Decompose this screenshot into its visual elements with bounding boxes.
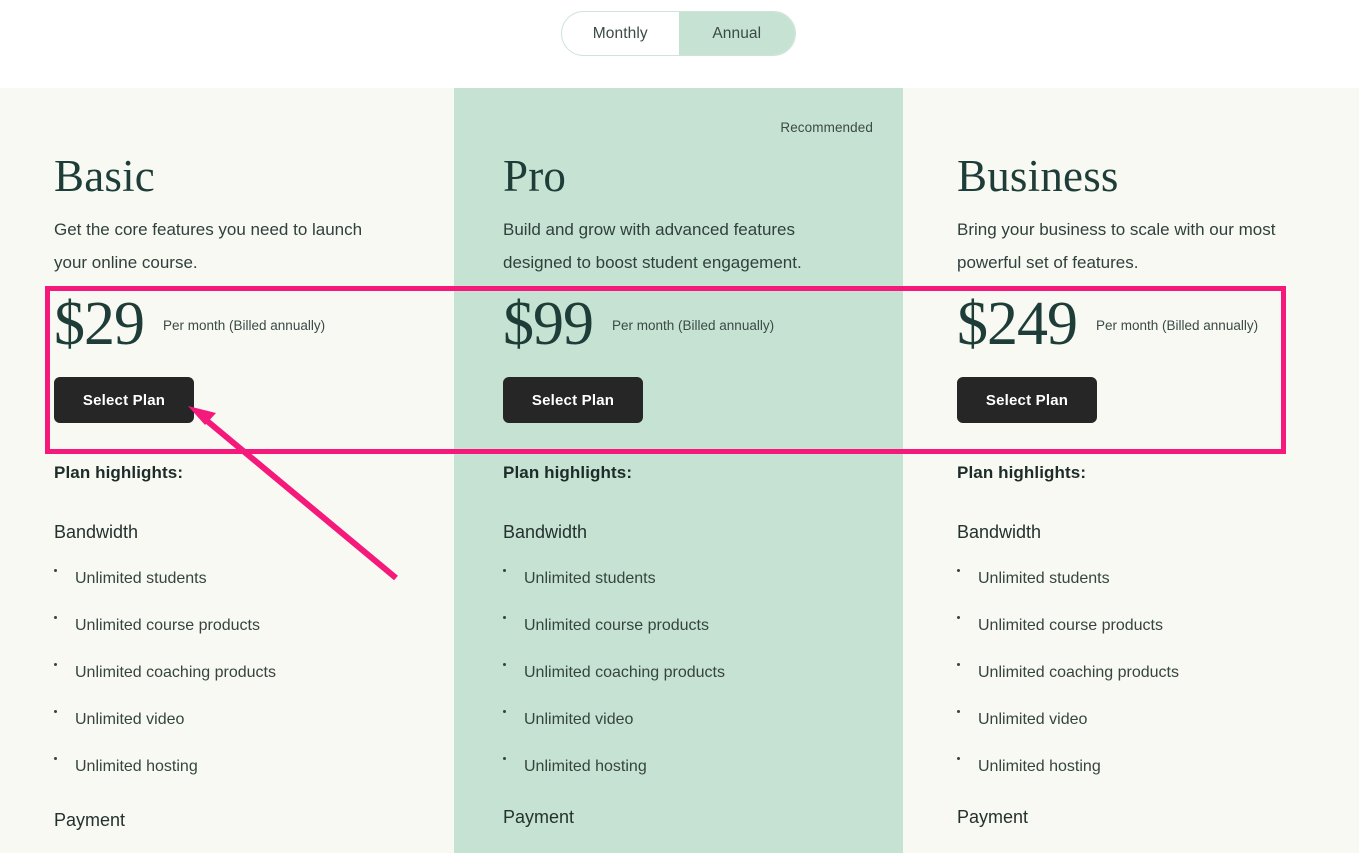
list-item: Unlimited video <box>54 683 454 730</box>
pricing-page: Monthly Annual Basic Get the core featur… <box>0 0 1359 853</box>
feature-group-title-payment-pro: Payment <box>503 807 575 827</box>
price-block-basic: $29 Per month (Billed annually) Select P… <box>0 293 454 423</box>
plan-highlights-label-basic: Plan highlights: <box>54 463 184 482</box>
plan-name-basic: Basic <box>54 151 155 201</box>
plan-card-basic: Basic Get the core features you need to … <box>0 88 454 853</box>
bullet-icon <box>957 663 960 666</box>
bullet-icon <box>957 569 960 572</box>
feature-label: Unlimited course products <box>978 617 1163 634</box>
bullet-icon <box>957 757 960 760</box>
feature-label: Unlimited video <box>524 711 634 728</box>
bullet-icon <box>503 710 506 713</box>
toggle-option-monthly[interactable]: Monthly <box>562 12 679 55</box>
price-amount-basic: $29 <box>54 290 145 358</box>
list-item: Unlimited course products <box>54 589 454 636</box>
feature-label: Unlimited students <box>524 570 656 587</box>
plan-highlights-label-business: Plan highlights: <box>957 463 1087 482</box>
bullet-icon <box>54 710 57 713</box>
feature-list-bandwidth-business: Unlimited students Unlimited course prod… <box>957 543 1359 777</box>
feature-label: Unlimited hosting <box>978 758 1101 775</box>
plan-highlights-basic: Plan highlights: Bandwidth Unlimited stu… <box>0 463 454 831</box>
feature-label: Unlimited course products <box>524 617 709 634</box>
bullet-icon <box>503 616 506 619</box>
feature-label: Unlimited hosting <box>75 758 198 775</box>
list-item: Unlimited hosting <box>54 730 454 777</box>
plan-description-business: Bring your business to scale with our mo… <box>957 220 1276 272</box>
list-item: Unlimited students <box>957 543 1359 589</box>
list-item: Unlimited video <box>503 683 903 730</box>
plan-description-pro: Build and grow with advanced features de… <box>503 220 802 272</box>
price-note-business: Per month (Billed annually) <box>1096 318 1259 333</box>
plan-card-business: Business Bring your business to scale wi… <box>903 88 1359 853</box>
select-plan-button-basic[interactable]: Select Plan <box>54 377 194 423</box>
list-item: Unlimited students <box>54 543 454 589</box>
list-item: Unlimited hosting <box>503 730 903 777</box>
plan-highlights-label-pro: Plan highlights: <box>503 463 633 482</box>
feature-group-title-bandwidth-pro: Bandwidth <box>503 522 588 542</box>
bullet-icon <box>54 757 57 760</box>
feature-group-title-bandwidth-basic: Bandwidth <box>54 522 139 542</box>
plan-name-business: Business <box>957 151 1119 201</box>
select-plan-button-business[interactable]: Select Plan <box>957 377 1097 423</box>
bullet-icon <box>957 616 960 619</box>
list-item: Unlimited coaching products <box>54 636 454 683</box>
feature-group-title-bandwidth-business: Bandwidth <box>957 522 1042 542</box>
billing-toggle-bar: Monthly Annual <box>0 0 1359 88</box>
feature-label: Unlimited hosting <box>524 758 647 775</box>
feature-list-bandwidth-basic: Unlimited students Unlimited course prod… <box>54 543 454 777</box>
price-note-pro: Per month (Billed annually) <box>612 318 775 333</box>
bullet-icon <box>54 616 57 619</box>
feature-label: Unlimited students <box>978 570 1110 587</box>
price-row-basic: $29 Per month (Billed annually) <box>54 293 454 355</box>
list-item: Unlimited course products <box>957 589 1359 636</box>
bullet-icon <box>54 569 57 572</box>
feature-label: Unlimited coaching products <box>75 664 276 681</box>
bullet-icon <box>957 710 960 713</box>
price-row-pro: $99 Per month (Billed annually) <box>503 293 903 355</box>
feature-label: Unlimited coaching products <box>978 664 1179 681</box>
price-row-business: $249 Per month (Billed annually) <box>957 293 1359 355</box>
list-item: Unlimited hosting <box>957 730 1359 777</box>
feature-label: Unlimited video <box>978 711 1088 728</box>
bullet-icon <box>503 757 506 760</box>
price-note-basic: Per month (Billed annually) <box>163 318 326 333</box>
feature-list-bandwidth-pro: Unlimited students Unlimited course prod… <box>503 543 903 777</box>
list-item: Unlimited students <box>503 543 903 589</box>
plan-highlights-pro: Plan highlights: Bandwidth Unlimited stu… <box>454 463 903 828</box>
list-item: Unlimited video <box>957 683 1359 730</box>
price-block-business: $249 Per month (Billed annually) Select … <box>903 293 1359 423</box>
price-amount-business: $249 <box>957 290 1078 358</box>
bullet-icon <box>54 663 57 666</box>
list-item: Unlimited coaching products <box>503 636 903 683</box>
feature-label: Unlimited students <box>75 570 207 587</box>
list-item: Unlimited course products <box>503 589 903 636</box>
plan-card-pro: Recommended Pro Build and grow with adva… <box>454 88 903 853</box>
feature-group-title-payment-basic: Payment <box>54 810 126 830</box>
list-item: Unlimited coaching products <box>957 636 1359 683</box>
price-block-pro: $99 Per month (Billed annually) Select P… <box>454 293 903 423</box>
plan-highlights-business: Plan highlights: Bandwidth Unlimited stu… <box>903 463 1359 828</box>
plan-name-pro: Pro <box>503 151 567 201</box>
bullet-icon <box>503 663 506 666</box>
recommended-badge: Recommended <box>780 120 873 135</box>
feature-label: Unlimited coaching products <box>524 664 725 681</box>
bullet-icon <box>503 569 506 572</box>
price-amount-pro: $99 <box>503 290 594 358</box>
plan-columns: Basic Get the core features you need to … <box>0 88 1359 853</box>
feature-label: Unlimited course products <box>75 617 260 634</box>
toggle-option-annual[interactable]: Annual <box>678 12 795 55</box>
feature-group-title-payment-business: Payment <box>957 807 1029 827</box>
plan-description-basic: Get the core features you need to launch… <box>54 220 363 272</box>
feature-label: Unlimited video <box>75 711 185 728</box>
billing-period-toggle[interactable]: Monthly Annual <box>561 11 796 56</box>
select-plan-button-pro[interactable]: Select Plan <box>503 377 643 423</box>
